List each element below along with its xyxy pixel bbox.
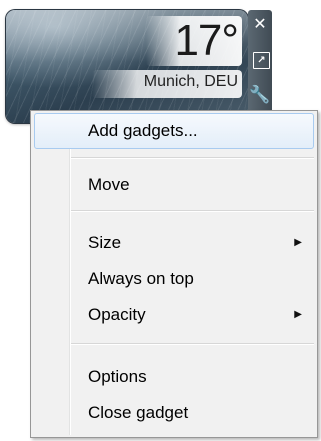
menu-item-label: Add gadgets... xyxy=(88,121,198,140)
submenu-arrow-icon: ▶ xyxy=(294,237,302,248)
location-label: Munich, DEU xyxy=(143,73,238,90)
menu-item-label: Size xyxy=(88,233,122,252)
temperature-readout: 17° xyxy=(174,16,239,65)
menu-item-always-on-top[interactable]: Always on top xyxy=(34,261,314,297)
menu-item-label: Close gadget xyxy=(88,403,189,422)
menu-separator xyxy=(71,210,314,212)
larger-size-icon[interactable]: ↗ xyxy=(253,52,270,69)
menu-separator xyxy=(71,157,314,159)
submenu-arrow-icon: ▶ xyxy=(294,309,302,320)
menu-item-move[interactable]: Move xyxy=(34,167,314,203)
menu-item-close-gadget[interactable]: Close gadget xyxy=(34,395,314,431)
wrench-icon[interactable]: 🔧 xyxy=(249,85,270,105)
menu-item-label: Opacity xyxy=(88,305,146,324)
gadget-context-menu: Add gadgets... Move Size ▶ Always on top… xyxy=(30,110,318,438)
menu-item-opacity[interactable]: Opacity ▶ xyxy=(34,297,314,333)
menu-item-label: Options xyxy=(88,367,147,386)
menu-item-add-gadgets[interactable]: Add gadgets... xyxy=(34,113,314,149)
close-icon[interactable]: ✕ xyxy=(251,14,269,33)
menu-item-options[interactable]: Options xyxy=(34,359,314,395)
menu-item-label: Always on top xyxy=(88,269,194,288)
weather-gadget[interactable]: 17° Munich, DEU xyxy=(6,10,248,123)
menu-item-size[interactable]: Size ▶ xyxy=(34,225,314,261)
menu-separator xyxy=(71,343,314,345)
menu-item-label: Move xyxy=(88,175,130,194)
